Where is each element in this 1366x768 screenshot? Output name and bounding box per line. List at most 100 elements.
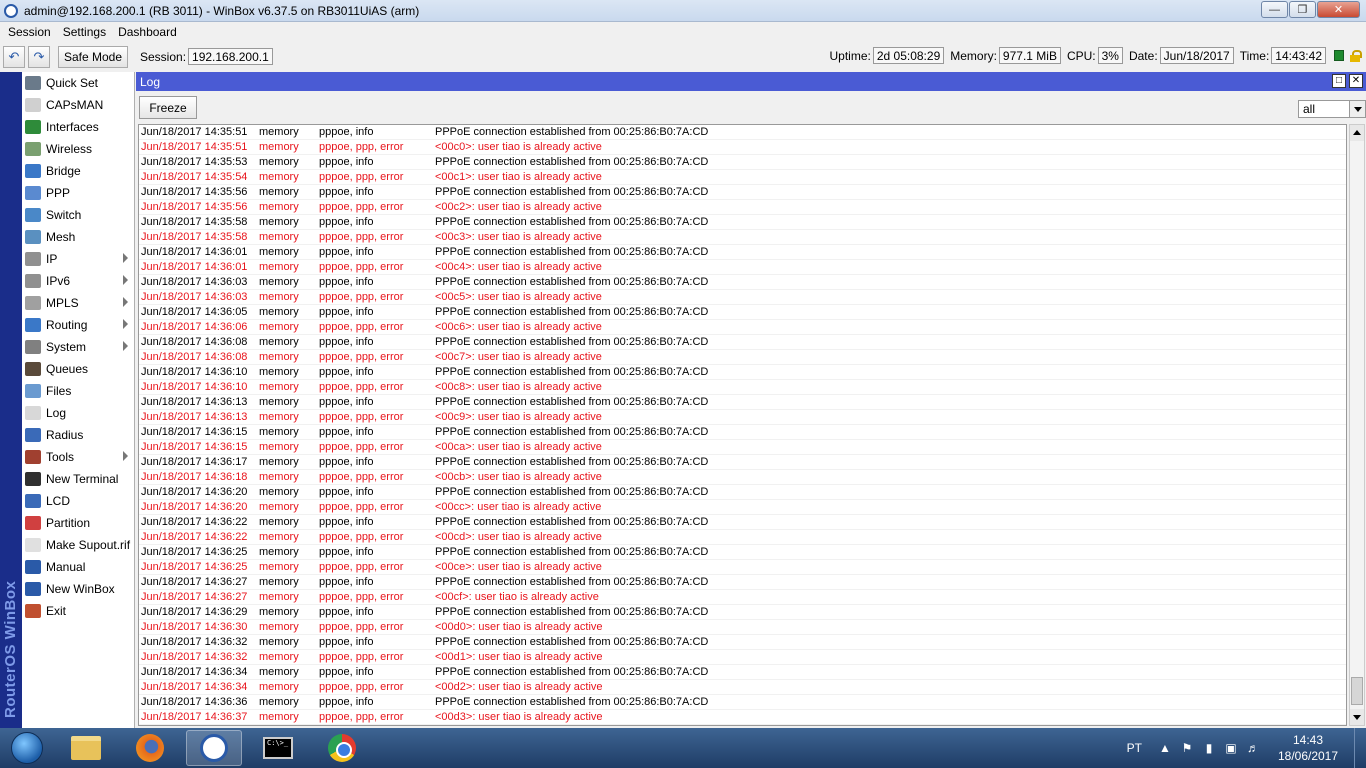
log-row[interactable]: Jun/18/2017 14:36:05 memory pppoe, info PPP… xyxy=(139,305,1346,320)
taskbar-firefox[interactable] xyxy=(122,730,178,766)
volume-icon[interactable]: ♬ xyxy=(1246,741,1260,755)
menu-settings[interactable]: Settings xyxy=(57,25,112,39)
log-row[interactable]: Jun/18/2017 14:36:17 memory pppoe, info PPP… xyxy=(139,455,1346,470)
log-scrollbar[interactable] xyxy=(1349,124,1365,726)
sidebar-item-manual[interactable]: Manual xyxy=(22,556,134,578)
sidebar-item-bridge[interactable]: Bridge xyxy=(22,160,134,182)
log-row[interactable]: Jun/18/2017 14:36:18 memory pppoe, ppp, er… xyxy=(139,470,1346,485)
chevron-down-icon[interactable] xyxy=(1349,101,1365,117)
menu-dashboard[interactable]: Dashboard xyxy=(112,25,183,39)
log-row[interactable]: Jun/18/2017 14:36:15 memory pppoe, ppp, er… xyxy=(139,440,1346,455)
tray-expand-icon[interactable]: ▲ xyxy=(1158,741,1172,755)
log-row[interactable]: Jun/18/2017 14:36:03 memory pppoe, ppp, er… xyxy=(139,290,1346,305)
freeze-button[interactable]: Freeze xyxy=(139,96,197,119)
log-row[interactable]: Jun/18/2017 14:36:36 memory pppoe, info PPP… xyxy=(139,695,1346,710)
log-row[interactable]: Jun/18/2017 14:36:32 memory pppoe, info PPP… xyxy=(139,635,1346,650)
restore-button[interactable]: ❐ xyxy=(1289,1,1316,18)
log-message-cell: <00c4>: user tiao is already active xyxy=(435,261,602,273)
sidebar-item-new-terminal[interactable]: New Terminal xyxy=(22,468,134,490)
log-row[interactable]: Jun/18/2017 14:36:13 memory pppoe, info PPP… xyxy=(139,395,1346,410)
taskbar-chrome[interactable] xyxy=(314,730,370,766)
sidebar-item-mesh[interactable]: Mesh xyxy=(22,226,134,248)
log-row[interactable]: Jun/18/2017 14:36:01 memory pppoe, ppp, er… xyxy=(139,260,1346,275)
taskbar-explorer[interactable] xyxy=(58,730,114,766)
tools-icon xyxy=(25,450,41,464)
sidebar-item-log[interactable]: Log xyxy=(22,402,134,424)
sidebar-item-routing[interactable]: Routing xyxy=(22,314,134,336)
sidebar-item-lcd[interactable]: LCD xyxy=(22,490,134,512)
log-row[interactable]: Jun/18/2017 14:35:51 memory pppoe, info PPP… xyxy=(139,125,1346,140)
log-row[interactable]: Jun/18/2017 14:36:20 memory pppoe, ppp, er… xyxy=(139,500,1346,515)
sidebar-item-ppp[interactable]: PPP xyxy=(22,182,134,204)
sidebar-item-capsman[interactable]: CAPsMAN xyxy=(22,94,134,116)
menu-session[interactable]: Session xyxy=(2,25,57,39)
sidebar-item-partition[interactable]: Partition xyxy=(22,512,134,534)
log-row[interactable]: Jun/18/2017 14:35:56 memory pppoe, ppp, er… xyxy=(139,200,1346,215)
taskbar-clock[interactable]: 14:43 18/06/2017 xyxy=(1268,732,1348,764)
log-row[interactable]: Jun/18/2017 14:36:10 memory pppoe, info PPP… xyxy=(139,365,1346,380)
sidebar-item-queues[interactable]: Queues xyxy=(22,358,134,380)
close-log-button[interactable]: ✕ xyxy=(1349,74,1363,88)
log-row[interactable]: Jun/18/2017 14:35:54 memory pppoe, ppp, er… xyxy=(139,170,1346,185)
close-button[interactable]: ✕ xyxy=(1317,1,1360,18)
sidebar-item-interfaces[interactable]: Interfaces xyxy=(22,116,134,138)
log-row[interactable]: Jun/18/2017 14:36:08 memory pppoe, info PPP… xyxy=(139,335,1346,350)
log-row[interactable]: Jun/18/2017 14:35:51 memory pppoe, ppp, er… xyxy=(139,140,1346,155)
log-row[interactable]: Jun/18/2017 14:35:56 memory pppoe, info PPP… xyxy=(139,185,1346,200)
log-row[interactable]: Jun/18/2017 14:36:22 memory pppoe, info PPP… xyxy=(139,515,1346,530)
log-row[interactable]: Jun/18/2017 14:36:03 memory pppoe, info PPP… xyxy=(139,275,1346,290)
sidebar-item-mpls[interactable]: MPLS xyxy=(22,292,134,314)
taskbar-winbox[interactable] xyxy=(186,730,242,766)
taskbar-cmd[interactable]: C:\>_ xyxy=(250,730,306,766)
network-icon[interactable]: ▣ xyxy=(1224,741,1238,755)
sidebar-item-switch[interactable]: Switch xyxy=(22,204,134,226)
log-row[interactable]: Jun/18/2017 14:35:58 memory pppoe, ppp, er… xyxy=(139,230,1346,245)
log-list[interactable]: Jun/18/2017 14:35:51 memory pppoe, info PPP… xyxy=(138,124,1347,726)
maximize-log-button[interactable]: □ xyxy=(1332,74,1346,88)
undo-button[interactable]: ↶ xyxy=(3,45,25,68)
log-row[interactable]: Jun/18/2017 14:36:10 memory pppoe, ppp, er… xyxy=(139,380,1346,395)
log-filter-select[interactable]: all xyxy=(1298,100,1366,118)
log-row[interactable]: Jun/18/2017 14:36:13 memory pppoe, ppp, er… xyxy=(139,410,1346,425)
log-row[interactable]: Jun/18/2017 14:36:25 memory pppoe, ppp, er… xyxy=(139,560,1346,575)
start-button[interactable] xyxy=(4,729,50,767)
log-row[interactable]: Jun/18/2017 14:36:27 memory pppoe, ppp, er… xyxy=(139,590,1346,605)
log-row[interactable]: Jun/18/2017 14:36:15 memory pppoe, info PPP… xyxy=(139,425,1346,440)
log-row[interactable]: Jun/18/2017 14:36:20 memory pppoe, info PPP… xyxy=(139,485,1346,500)
sidebar-item-ip[interactable]: IP xyxy=(22,248,134,270)
log-row[interactable]: Jun/18/2017 14:36:22 memory pppoe, ppp, er… xyxy=(139,530,1346,545)
sidebar-item-make-supout-rif[interactable]: Make Supout.rif xyxy=(22,534,134,556)
safe-mode-button[interactable]: Safe Mode xyxy=(58,45,128,68)
sidebar-item-radius[interactable]: Radius xyxy=(22,424,134,446)
redo-button[interactable]: ↷ xyxy=(28,45,50,68)
log-row[interactable]: Jun/18/2017 14:35:58 memory pppoe, info PPP… xyxy=(139,215,1346,230)
minimize-button[interactable]: — xyxy=(1261,1,1288,18)
sidebar-item-files[interactable]: Files xyxy=(22,380,134,402)
log-row[interactable]: Jun/18/2017 14:36:29 memory pppoe, info PPP… xyxy=(139,605,1346,620)
sidebar-item-tools[interactable]: Tools xyxy=(22,446,134,468)
action-center-icon[interactable]: ⚑ xyxy=(1180,741,1194,755)
scroll-down-button[interactable] xyxy=(1350,709,1364,725)
log-row[interactable]: Jun/18/2017 14:36:06 memory pppoe, ppp, er… xyxy=(139,320,1346,335)
sidebar-item-wireless[interactable]: Wireless xyxy=(22,138,134,160)
log-row[interactable]: Jun/18/2017 14:36:08 memory pppoe, ppp, er… xyxy=(139,350,1346,365)
language-indicator[interactable]: PT xyxy=(1127,741,1142,755)
scroll-thumb[interactable] xyxy=(1351,677,1363,705)
sidebar-item-ipv6[interactable]: IPv6 xyxy=(22,270,134,292)
show-desktop-button[interactable] xyxy=(1354,728,1366,768)
power-icon[interactable]: ▮ xyxy=(1202,741,1216,755)
scroll-up-button[interactable] xyxy=(1350,125,1364,141)
log-row[interactable]: Jun/18/2017 14:36:32 memory pppoe, ppp, er… xyxy=(139,650,1346,665)
sidebar-item-quick-set[interactable]: Quick Set xyxy=(22,72,134,94)
sidebar-item-new-winbox[interactable]: New WinBox xyxy=(22,578,134,600)
sidebar-item-exit[interactable]: Exit xyxy=(22,600,134,622)
sidebar-item-system[interactable]: System xyxy=(22,336,134,358)
log-row[interactable]: Jun/18/2017 14:36:27 memory pppoe, info PPP… xyxy=(139,575,1346,590)
log-row[interactable]: Jun/18/2017 14:36:30 memory pppoe, ppp, er… xyxy=(139,620,1346,635)
log-row[interactable]: Jun/18/2017 14:36:01 memory pppoe, info PPP… xyxy=(139,245,1346,260)
log-row[interactable]: Jun/18/2017 14:36:25 memory pppoe, info PPP… xyxy=(139,545,1346,560)
log-row[interactable]: Jun/18/2017 14:36:34 memory pppoe, ppp, er… xyxy=(139,680,1346,695)
log-row[interactable]: Jun/18/2017 14:36:37 memory pppoe, ppp, er… xyxy=(139,710,1346,725)
log-row[interactable]: Jun/18/2017 14:36:34 memory pppoe, info PPP… xyxy=(139,665,1346,680)
log-row[interactable]: Jun/18/2017 14:35:53 memory pppoe, info PPP… xyxy=(139,155,1346,170)
